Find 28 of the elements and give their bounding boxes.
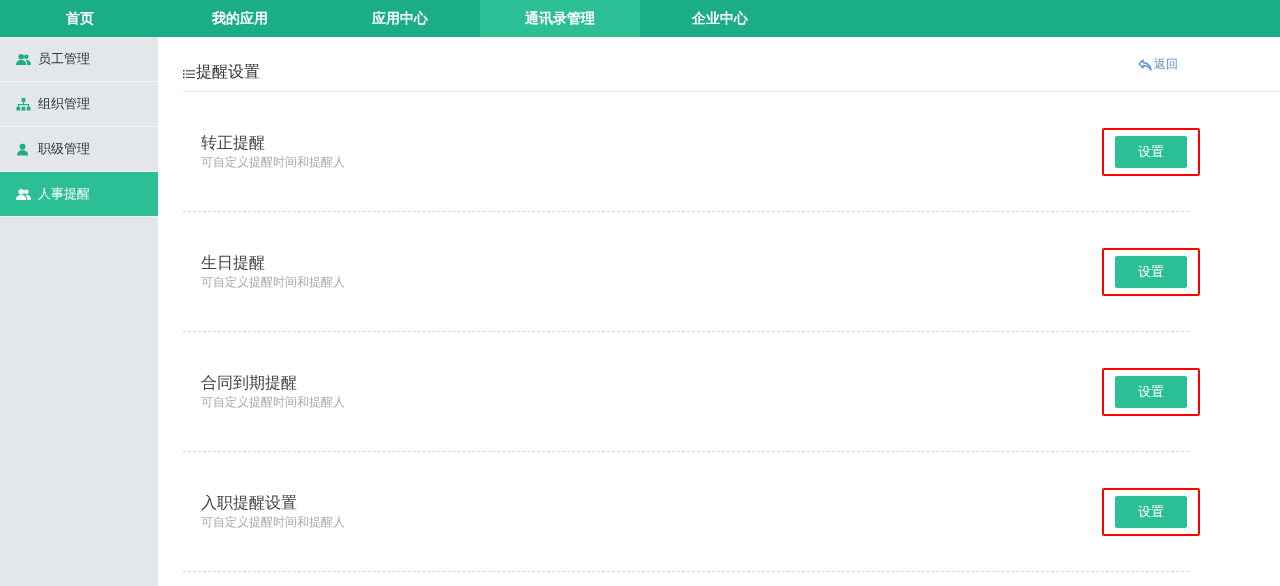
settings-button[interactable]: 设置: [1115, 135, 1187, 168]
nav-tab[interactable]: 应用中心: [320, 0, 480, 37]
reminder-description: 可自定义提醒时间和提醒人: [201, 153, 345, 171]
users-icon: [16, 52, 31, 66]
users-icon: [16, 187, 31, 201]
list-icon: [183, 69, 195, 79]
back-link[interactable]: 返回: [1138, 56, 1178, 73]
hierarchy-icon: [16, 97, 31, 111]
reminder-title: 转正提醒: [201, 132, 266, 154]
nav-tab[interactable]: 通讯录管理: [480, 0, 640, 37]
reminder-title: 合同到期提醒: [201, 372, 298, 394]
sidebar-item[interactable]: 员工管理: [0, 37, 158, 82]
nav-tab[interactable]: 我的应用: [160, 0, 320, 37]
nav-tab[interactable]: 企业中心: [640, 0, 800, 37]
settings-button[interactable]: 设置: [1115, 255, 1187, 288]
reminder-description: 可自定义提醒时间和提醒人: [201, 513, 345, 531]
reminder-description: 可自定义提醒时间和提醒人: [201, 273, 345, 291]
sidebar-item[interactable]: 组织管理: [0, 82, 158, 127]
reminder-description: 可自定义提醒时间和提醒人: [201, 393, 345, 411]
settings-button[interactable]: 设置: [1115, 375, 1187, 408]
reply-arrow-icon: [1138, 58, 1152, 71]
user-icon: [16, 142, 31, 156]
reminder-title: 入职提醒设置: [201, 492, 298, 514]
sidebar-item[interactable]: 人事提醒: [0, 172, 158, 217]
nav-tab[interactable]: 首页: [0, 0, 160, 37]
reminder-title: 生日提醒: [201, 252, 266, 274]
settings-button[interactable]: 设置: [1115, 495, 1187, 528]
page-title: 提醒设置: [196, 62, 260, 83]
